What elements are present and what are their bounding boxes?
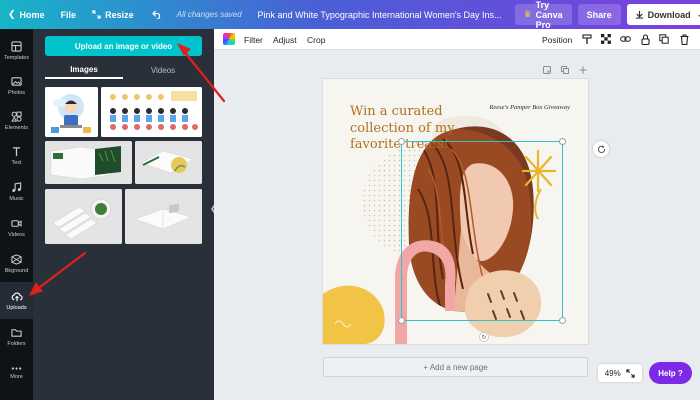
background-icon — [11, 253, 22, 265]
upload-media-button[interactable]: Upload an image or video — [45, 36, 202, 56]
upload-thumbnail[interactable] — [45, 87, 98, 137]
editor-toolbar: Filter Adjust Crop Position — [214, 29, 700, 50]
adjust-button[interactable]: Adjust — [273, 29, 297, 50]
upload-thumbnail[interactable] — [45, 189, 122, 244]
resize-icon — [92, 10, 101, 19]
upload-thumbnail[interactable] — [125, 189, 202, 244]
undo-icon — [151, 10, 160, 19]
save-status: All changes saved — [176, 10, 242, 19]
resize-button[interactable]: Resize — [84, 0, 142, 29]
templates-icon — [11, 40, 22, 52]
folder-icon — [11, 328, 22, 337]
add-new-page-button[interactable]: + Add a new page — [323, 357, 588, 377]
fullscreen-icon[interactable] — [626, 368, 635, 378]
rail-item-uploads[interactable]: Uploads — [0, 282, 33, 319]
resize-handle-bottom-left[interactable] — [398, 317, 405, 324]
rail-item-music[interactable]: Music — [0, 173, 33, 210]
brochure-mockup-image — [135, 141, 202, 184]
upload-thumbnail[interactable] — [45, 141, 132, 184]
rail-item-templates[interactable]: Templates — [0, 32, 33, 69]
text-icon — [12, 146, 21, 156]
home-button[interactable]: ❮ Home — [0, 0, 53, 29]
share-button[interactable]: Share — [577, 4, 621, 25]
photos-icon — [11, 76, 22, 86]
rail-item-videos[interactable]: Videos — [0, 209, 33, 246]
add-page-plus-icon[interactable] — [579, 65, 587, 75]
file-menu[interactable]: File — [53, 0, 85, 29]
rail-item-folders[interactable]: Folders — [0, 318, 33, 355]
elements-icon — [11, 111, 22, 122]
resize-handle-top-right[interactable] — [559, 138, 566, 145]
duplicate-icon[interactable] — [658, 33, 670, 45]
rail-label: Elements — [5, 124, 28, 131]
uploads-panel: Upload an image or video Images Videos — [33, 29, 214, 400]
rail-label: Folders — [7, 340, 26, 347]
resize-handle-top-left[interactable] — [398, 138, 405, 145]
refresh-icon[interactable] — [593, 141, 609, 157]
upload-thumbnail[interactable] — [135, 141, 202, 184]
chevron-left-icon: ❮ — [8, 9, 16, 19]
position-button[interactable]: Position — [542, 29, 572, 50]
rotate-icon[interactable]: ↻ — [479, 332, 489, 342]
tab-images[interactable]: Images — [45, 61, 123, 79]
booklet-mockup-image — [125, 189, 202, 244]
rail-label: More — [10, 373, 23, 380]
rail-item-photos[interactable]: Photos — [0, 67, 33, 104]
rail-item-elements[interactable]: Elements — [0, 102, 33, 139]
tab-videos[interactable]: Videos — [124, 61, 202, 79]
home-label: Home — [19, 9, 45, 20]
upload-cloud-icon — [11, 292, 23, 301]
transparency-icon[interactable] — [600, 33, 612, 45]
left-rail: Templates Photos Elements Text Music Vid… — [0, 29, 33, 400]
help-button[interactable]: Help ? — [649, 362, 692, 384]
videos-icon — [11, 219, 22, 227]
color-picker-swatch[interactable] — [223, 33, 235, 45]
selection-box[interactable] — [401, 141, 563, 321]
top-bar: ❮ Home File Resize All changes saved Pin… — [0, 0, 700, 30]
cartoon-illustration-image — [45, 87, 98, 137]
rail-item-text[interactable]: Text — [0, 137, 33, 174]
rail-item-background[interactable]: Bkground — [0, 245, 33, 282]
page-note-icon[interactable] — [543, 65, 551, 75]
zoom-level: 49% — [604, 368, 621, 378]
page-duplicate-icon[interactable] — [561, 65, 569, 75]
media-tabs: Images Videos — [45, 61, 202, 79]
characters-sheet-image — [101, 87, 202, 137]
crown-icon: ♛ — [523, 9, 532, 19]
book-mockup-image — [45, 141, 132, 184]
download-button[interactable]: Download ⌄ — [626, 4, 700, 25]
rail-label: Music — [9, 195, 24, 202]
filter-button[interactable]: Filter — [244, 29, 263, 50]
more-dots-icon — [11, 366, 22, 370]
rail-label: Photos — [7, 89, 26, 96]
rail-label: Uploads — [6, 304, 27, 311]
trash-icon[interactable] — [678, 33, 690, 45]
crop-button[interactable]: Crop — [307, 29, 325, 50]
cards-mockup-image — [45, 189, 122, 244]
try-pro-button[interactable]: ♛ Try Canva Pro — [514, 0, 572, 30]
lock-icon[interactable] — [639, 33, 651, 45]
rail-label: Videos — [8, 231, 25, 238]
download-label: Download — [647, 9, 691, 20]
rail-label: Bkground — [4, 267, 29, 274]
rail-label: Text — [11, 159, 22, 166]
rail-label: Templates — [3, 54, 30, 61]
document-title[interactable]: Pink and White Typographic International… — [250, 0, 512, 29]
giveaway-tagline[interactable]: Reese's Pamper Box Giveaway — [480, 104, 570, 111]
link-icon[interactable] — [619, 33, 631, 45]
download-icon — [635, 10, 643, 19]
zoom-control[interactable]: 49% — [598, 364, 642, 382]
music-icon — [12, 181, 22, 192]
design-page[interactable]: Win a curated collection of my favorite … — [323, 79, 588, 344]
try-pro-label: Try Canva Pro — [535, 0, 563, 30]
rail-item-more[interactable]: More — [0, 354, 33, 391]
paint-roller-icon[interactable] — [581, 33, 593, 45]
resize-handle-bottom-right[interactable] — [559, 317, 566, 324]
resize-label: Resize — [105, 9, 134, 20]
undo-button[interactable] — [142, 0, 173, 29]
upload-thumbnail[interactable] — [101, 87, 202, 137]
